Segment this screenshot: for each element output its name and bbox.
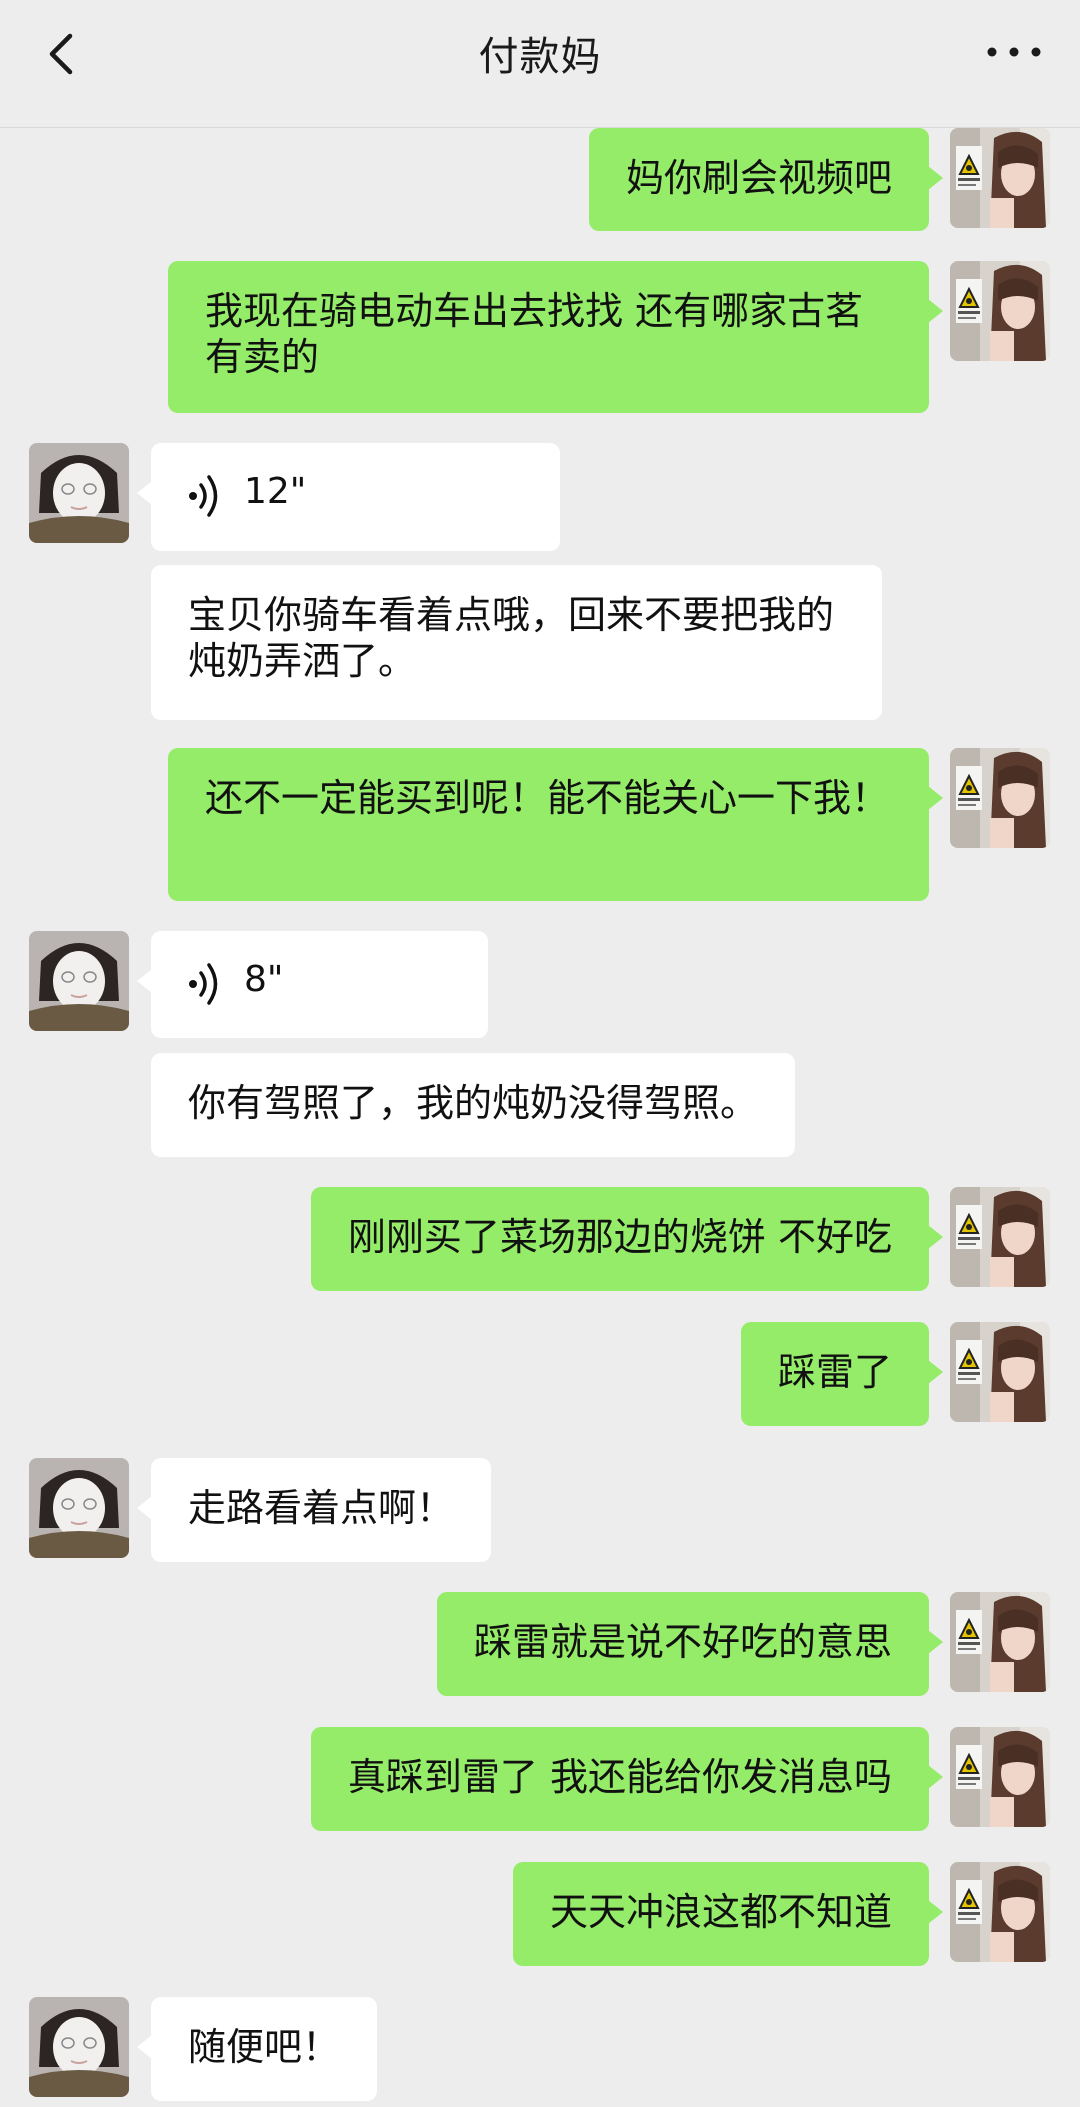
avatar[interactable] [29, 931, 129, 1031]
voice-duration: 12" [244, 471, 307, 512]
avatar[interactable] [29, 1997, 129, 2097]
more-button[interactable] [978, 26, 1050, 78]
message-bubble[interactable]: 我现在骑电动车出去找找 还有哪家古茗有卖的 [168, 261, 943, 413]
avatar[interactable] [950, 261, 1050, 361]
voice-wave-icon [189, 963, 218, 1005]
avatar[interactable] [950, 1322, 1050, 1422]
avatar[interactable] [950, 1727, 1050, 1827]
message-bubble[interactable]: 走路看着点啊！ [136, 1458, 492, 1562]
avatar[interactable] [950, 1592, 1050, 1692]
message-bubble[interactable]: 真踩到雷了 我还能给你发消息吗 [310, 1727, 944, 1831]
message-bubble[interactable]: 踩雷就是说不好吃的意思 [436, 1592, 944, 1696]
navigation-bar: 付款妈 [0, 0, 1080, 128]
avatar[interactable] [950, 128, 1050, 228]
avatar[interactable] [29, 443, 129, 543]
message-bubble[interactable]: 宝贝你骑车看着点哦，回来不要把我的炖奶弄洒了。 [151, 565, 882, 720]
message-bubble[interactable]: 你有驾照了，我的炖奶没得驾照。 [151, 1053, 796, 1157]
voice-message[interactable]: 8" [137, 931, 488, 1038]
message-bubble[interactable]: 天天冲浪这都不知道 [512, 1862, 944, 1966]
message-bubble[interactable]: 刚刚买了菜场那边的烧饼 不好吃 [310, 1187, 944, 1291]
message-bubble[interactable]: 随便吧！ [136, 1997, 378, 2101]
more-dots-icon [987, 47, 1041, 57]
avatar[interactable] [950, 748, 1050, 848]
chat-title: 付款妈 [478, 34, 602, 80]
voice-message[interactable]: 12" [137, 443, 560, 551]
avatar[interactable] [29, 1458, 129, 1558]
message-bubble[interactable]: 还不一定能买到呢！能不能关心一下我！ [168, 748, 943, 901]
avatar[interactable] [950, 1862, 1050, 1962]
avatar[interactable] [950, 1187, 1050, 1287]
message-bubble[interactable]: 踩雷了 [740, 1322, 944, 1426]
message-list[interactable]: 妈你刷会视频吧 我现在骑电动车出去找找 还有哪家古茗有卖的 12" 宝贝你骑车看… [0, 128, 1080, 2107]
voice-wave-icon [189, 475, 218, 517]
voice-duration: 8" [244, 959, 284, 1000]
message-bubble[interactable]: 妈你刷会视频吧 [588, 128, 944, 231]
